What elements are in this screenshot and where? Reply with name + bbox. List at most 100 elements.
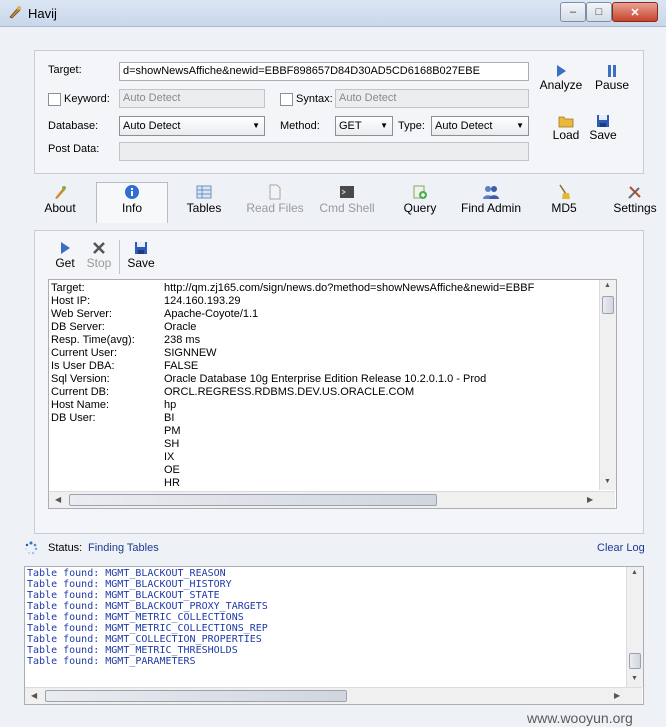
log-vscroll-thumb[interactable] (629, 653, 641, 669)
analyze-button[interactable]: Analyze (538, 64, 584, 92)
play-icon (61, 242, 70, 254)
info-value: OE (164, 464, 180, 476)
info-key: Target: (51, 282, 85, 294)
tab-read-files[interactable]: Read Files (244, 183, 306, 223)
stop-button[interactable]: Stop (84, 240, 114, 270)
tab-info-label: Info (121, 201, 142, 215)
chevron-down-icon: ▼ (380, 121, 388, 130)
info-horizontal-scrollbar[interactable]: ◀ ▶ (49, 491, 615, 508)
log-line: Table found: MGMT_BLACKOUT_STATE (27, 590, 220, 601)
tools-icon (628, 186, 641, 199)
save-label: Save (589, 128, 617, 142)
tab-info[interactable]: Info (104, 183, 160, 223)
close-button[interactable]: ✕ (612, 2, 658, 22)
info-vscroll-thumb[interactable] (602, 296, 614, 314)
brush-icon (55, 186, 66, 199)
status-label: Status: (48, 542, 83, 554)
pause-label: Pause (594, 78, 630, 92)
terminal-icon (340, 186, 354, 198)
tab-about[interactable]: About (40, 183, 80, 223)
method-label: Method: (280, 120, 320, 132)
tab-find-admin[interactable]: Find Admin (456, 183, 526, 223)
save-button[interactable]: Save (588, 114, 618, 142)
tab-find-admin-label: Find Admin (460, 201, 522, 215)
scroll-right-icon[interactable]: ▶ (587, 495, 593, 504)
info-textbox[interactable]: Target: http://qm.zj165.com/sign/news.do?… (48, 279, 617, 509)
log-line: Table found: MGMT_BLACKOUT_HISTORY (27, 579, 232, 590)
info-value: 124.160.193.29 (164, 295, 241, 307)
tab-query[interactable]: Query (400, 183, 440, 223)
scroll-down-icon[interactable]: ▼ (631, 675, 638, 682)
info-save-label: Save (127, 256, 155, 270)
log-vertical-scrollbar[interactable]: ▲ ▼ (626, 567, 643, 687)
pause-icon (608, 65, 616, 77)
target-input[interactable]: d=showNewsAffiche&newid=EBBF898657D84D30… (119, 62, 529, 81)
type-value: Auto Detect (435, 120, 493, 132)
info-value: BI (164, 412, 175, 424)
info-key: Resp. Time(avg): (51, 334, 135, 346)
postdata-label: Post Data: (48, 143, 100, 155)
pause-button[interactable]: Pause (592, 64, 632, 92)
info-key: Host Name: (51, 399, 110, 411)
scroll-left-icon[interactable]: ◀ (31, 691, 37, 700)
load-button[interactable]: Load (548, 114, 584, 142)
tab-settings[interactable]: Settings (610, 183, 660, 223)
chevron-down-icon: ▼ (252, 121, 260, 130)
info-value: hp (164, 399, 177, 411)
info-key: Sql Version: (51, 373, 110, 385)
info-value: ORCL.REGRESS.RDBMS.DEV.US.ORACLE.COM (164, 386, 415, 398)
tab-tables[interactable]: Tables (182, 183, 226, 223)
syntax-checkbox[interactable] (280, 93, 293, 106)
info-hscroll-thumb[interactable] (69, 494, 437, 506)
analyze-label: Analyze (539, 78, 583, 92)
minimize-button[interactable]: – (560, 2, 586, 22)
info-key: Is User DBA: (51, 360, 115, 372)
toolbar-divider (119, 240, 120, 274)
tab-md5[interactable]: MD5 (546, 183, 582, 223)
info-save-button[interactable]: Save (126, 240, 156, 270)
info-key: DB Server: (51, 321, 105, 333)
log-line: Table found: MGMT_BLACKOUT_PROXY_TARGETS (27, 601, 268, 612)
broom-icon (559, 184, 570, 199)
postdata-input[interactable] (119, 142, 529, 161)
tab-read-files-label: Read Files (246, 201, 304, 215)
keyword-checkbox[interactable] (48, 93, 61, 106)
keyword-input[interactable]: Auto Detect (119, 89, 265, 108)
syntax-label: Syntax: (296, 93, 333, 105)
info-value: Oracle (164, 321, 197, 333)
info-value: 238 ms (164, 334, 201, 346)
get-button[interactable]: Get (52, 240, 78, 270)
scroll-left-icon[interactable]: ◀ (55, 495, 61, 504)
log-textbox[interactable]: Table found: MGMT_BLACKOUT_REASON Table f… (24, 566, 644, 705)
scroll-right-icon[interactable]: ▶ (614, 691, 620, 700)
type-select[interactable]: Auto Detect ▼ (431, 116, 529, 136)
database-select[interactable]: Auto Detect ▼ (119, 116, 265, 136)
play-icon (557, 65, 566, 77)
scroll-up-icon[interactable]: ▲ (604, 282, 611, 289)
log-line: Table found: MGMT_BLACKOUT_REASON (27, 568, 226, 579)
floppy-icon (597, 115, 609, 127)
tab-cmd-shell-label: Cmd Shell (319, 201, 375, 215)
tab-cmd-shell[interactable]: Cmd Shell (316, 183, 378, 223)
scroll-up-icon[interactable]: ▲ (631, 569, 638, 576)
database-label: Database: (48, 120, 99, 132)
info-key: Web Server: (51, 308, 112, 320)
users-icon (483, 186, 499, 199)
info-vertical-scrollbar[interactable]: ▲ ▼ (599, 280, 616, 490)
syntax-input[interactable]: Auto Detect (335, 89, 529, 108)
info-value: HR (164, 477, 180, 489)
info-value: Apache-Coyote/1.1 (164, 308, 259, 320)
query-icon (413, 185, 427, 199)
log-line: Table found: MGMT_METRIC_COLLECTIONS_REP (27, 623, 268, 634)
method-select[interactable]: GET ▼ (335, 116, 393, 136)
log-hscroll-thumb[interactable] (45, 690, 347, 702)
log-horizontal-scrollbar[interactable]: ◀ ▶ (25, 687, 642, 704)
log-line: Table found: MGMT_METRIC_THRESHOLDS (27, 645, 238, 656)
floppy-icon (135, 242, 147, 254)
maximize-button[interactable]: □ (586, 2, 612, 22)
scroll-down-icon[interactable]: ▼ (604, 478, 611, 485)
info-icon (125, 185, 139, 199)
info-value: IX (164, 451, 175, 463)
load-label: Load (552, 128, 580, 142)
clear-log-link[interactable]: Clear Log (597, 542, 645, 554)
